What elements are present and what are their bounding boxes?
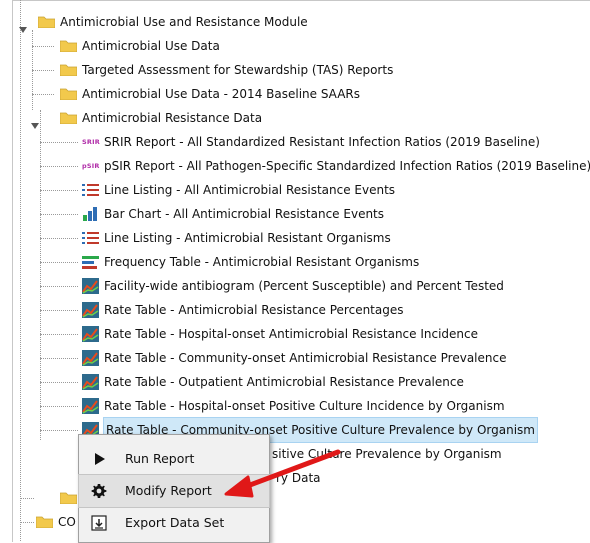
annotation-arrow-icon bbox=[224, 449, 341, 498]
